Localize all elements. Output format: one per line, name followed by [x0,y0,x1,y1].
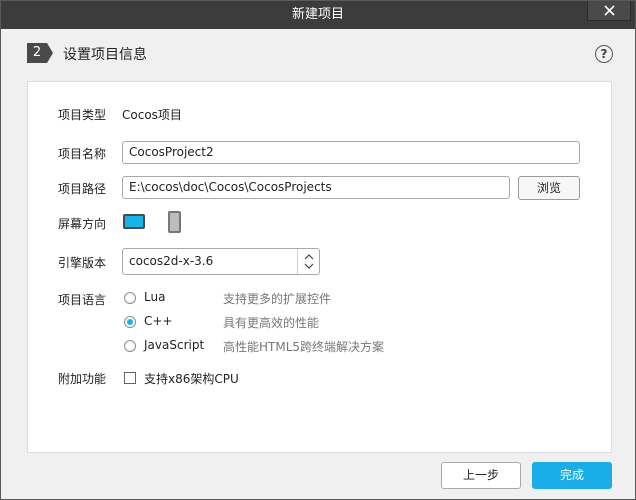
close-button[interactable] [587,1,631,21]
orientation-label: 屏幕方向 [58,217,107,231]
close-icon [604,5,615,16]
previous-button[interactable]: 上一步 [441,462,521,489]
step-badge: 2 [27,43,53,63]
radio-javascript[interactable] [124,340,136,352]
x86-checkbox-label[interactable]: 支持x86架构CPU [144,370,239,387]
step-title: 设置项目信息 [63,47,147,63]
project-type-value: Cocos项目 [122,108,182,122]
language-label: 项目语言 [58,293,107,307]
engine-version-select[interactable]: cocos2d-x-3.6 [122,248,320,275]
project-name-input[interactable]: CocosProject2 [122,141,580,164]
up-down-arrows-icon [297,249,319,274]
title-bar[interactable]: 新建项目 [1,1,635,29]
browse-button[interactable]: 浏览 [518,176,580,200]
lua-description: 支持更多的扩展控件 [223,292,332,306]
question-circle-icon[interactable]: ? [595,45,613,63]
radio-lua-label: Lua [144,290,166,304]
radio-lua[interactable] [124,292,136,304]
x86-checkbox[interactable] [124,372,136,384]
extras-label: 附加功能 [58,372,107,386]
step-number: 2 [32,45,42,60]
project-info-panel: 项目类型 Cocos项目 项目名称 CocosProject2 项目路径 E:\… [27,81,612,453]
cpp-description: 具有更高效的性能 [223,316,320,330]
engine-version-label: 引擎版本 [58,256,107,270]
project-path-label: 项目路径 [58,182,107,196]
landscape-orientation-icon[interactable] [123,214,145,229]
engine-version-value: cocos2d-x-3.6 [129,254,214,268]
radio-cpp-label: C++ [144,314,173,328]
window-title: 新建项目 [291,7,344,22]
new-project-dialog: 新建项目 2 设置项目信息 ? 项目类型 Cocos项目 项目名称 CocosP… [0,0,636,500]
javascript-description: 高性能HTML5跨终端解决方案 [223,340,385,354]
project-path-input[interactable]: E:\cocos\doc\Cocos\CocosProjects [122,176,510,199]
project-name-label: 项目名称 [58,147,107,161]
project-type-label: 项目类型 [58,108,107,122]
radio-cpp[interactable] [124,316,136,328]
portrait-orientation-icon[interactable] [168,211,181,233]
radio-javascript-label: JavaScript [144,338,205,352]
finish-button[interactable]: 完成 [532,462,612,489]
